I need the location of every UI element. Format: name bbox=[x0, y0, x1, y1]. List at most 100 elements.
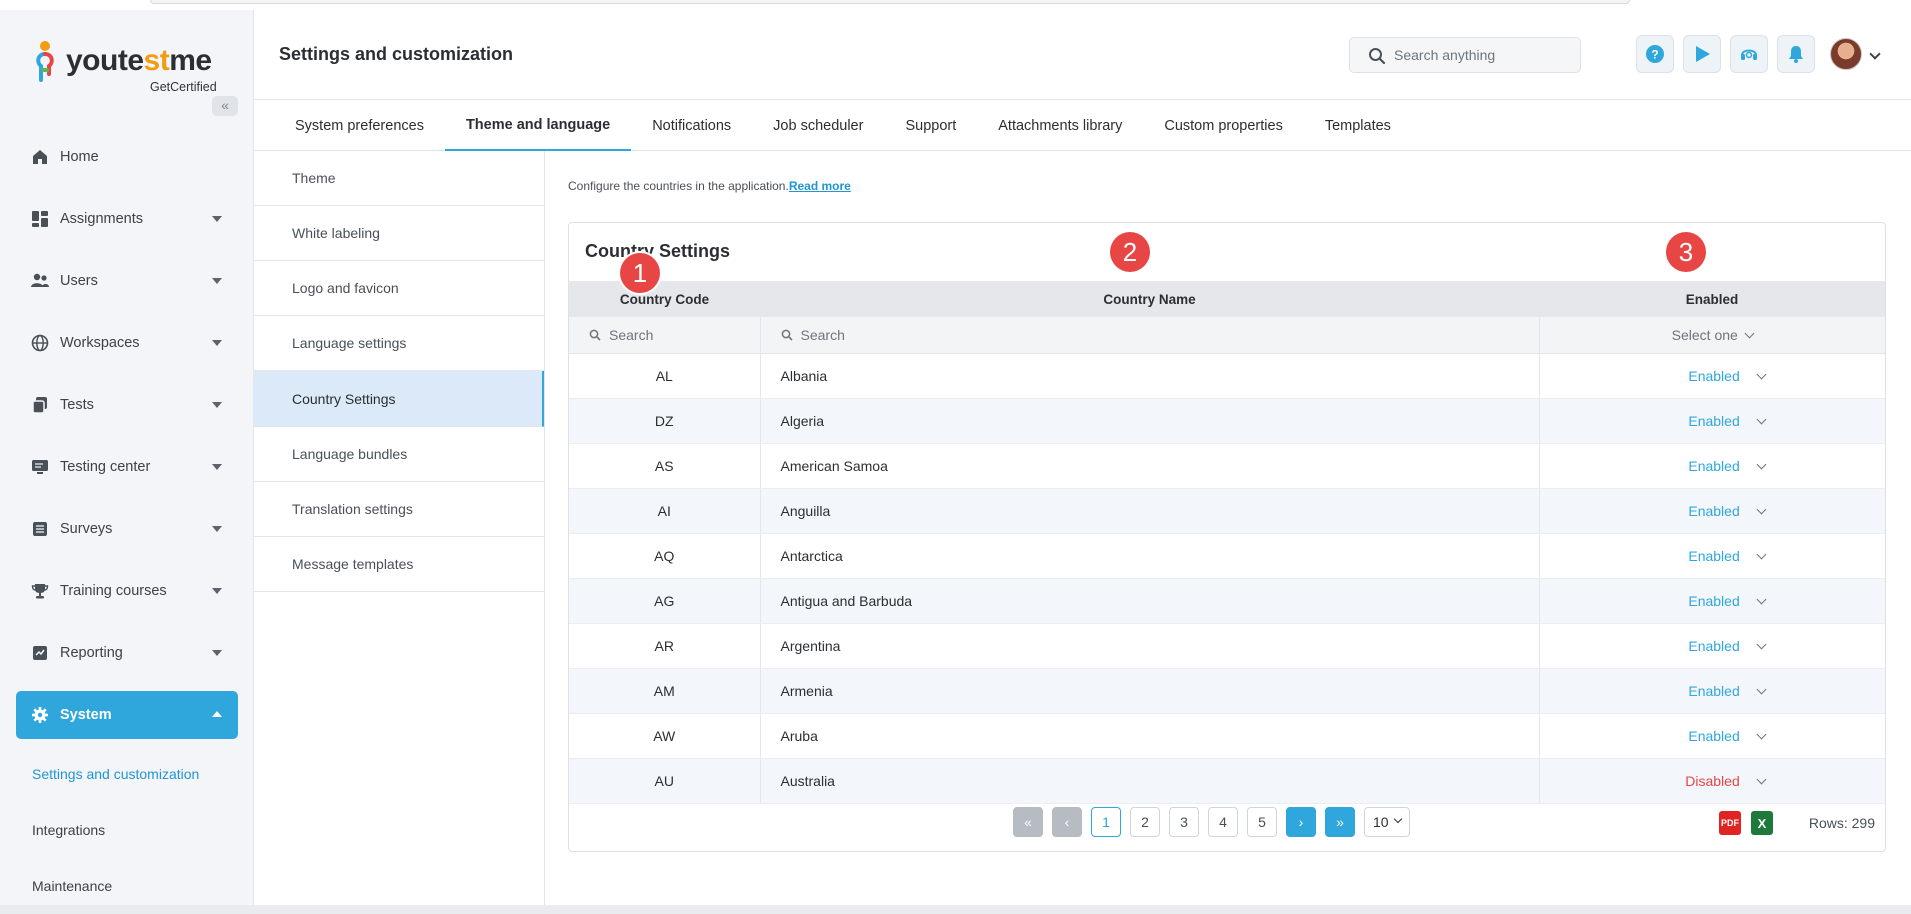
page-size-value: 10 bbox=[1373, 814, 1389, 830]
sidebar-item-training-courses[interactable]: Training courses bbox=[0, 560, 254, 622]
sidebar-item-users[interactable]: Users bbox=[0, 250, 254, 312]
country-code-cell: DZ bbox=[569, 398, 761, 444]
country-code-cell: AS bbox=[569, 443, 761, 489]
enabled-select[interactable]: Enabled bbox=[1539, 623, 1885, 669]
sidebar-item-home[interactable]: Home bbox=[0, 126, 254, 188]
sidebar-item-system[interactable]: System bbox=[16, 691, 238, 739]
page-button[interactable]: 5 bbox=[1247, 807, 1277, 837]
global-search[interactable] bbox=[1349, 37, 1581, 73]
tab-custom-properties[interactable]: Custom properties bbox=[1143, 101, 1303, 151]
table-row: AM Armenia Enabled bbox=[569, 668, 1885, 714]
menu-item-logo-and-favicon[interactable]: Logo and favicon bbox=[254, 261, 544, 316]
sidebar-item-reporting[interactable]: Reporting bbox=[0, 622, 254, 684]
enabled-select[interactable]: Enabled bbox=[1539, 713, 1885, 759]
export-pdf-button[interactable]: PDF bbox=[1719, 811, 1741, 835]
pdf-icon: PDF bbox=[1721, 818, 1739, 828]
chevron-down-icon bbox=[1756, 549, 1767, 559]
read-more-link[interactable]: Read more bbox=[789, 179, 851, 193]
sidebar-item-testing-center[interactable]: Testing center bbox=[0, 436, 254, 498]
sidebar-item-label: Reporting bbox=[60, 645, 123, 661]
tab-theme-and-language[interactable]: Theme and language bbox=[444, 101, 632, 151]
notifications-button[interactable] bbox=[1777, 35, 1815, 73]
sidebar-item-label: Training courses bbox=[60, 583, 167, 599]
page-button[interactable]: 3 bbox=[1169, 807, 1199, 837]
column-header-enabled[interactable]: Enabled bbox=[1539, 281, 1885, 317]
question-icon: ? bbox=[1646, 45, 1664, 63]
next-page-button[interactable]: › bbox=[1286, 807, 1316, 837]
svg-text:?: ? bbox=[1651, 48, 1658, 62]
help-button[interactable]: ? bbox=[1636, 35, 1674, 73]
sidebar-item-label: Assignments bbox=[60, 211, 144, 227]
enabled-select[interactable]: Enabled bbox=[1539, 443, 1885, 489]
menu-item-country-settings[interactable]: Country Settings bbox=[254, 371, 544, 427]
menu-item-theme[interactable]: Theme bbox=[254, 151, 544, 206]
enabled-filter-select[interactable]: Select one bbox=[1539, 317, 1885, 354]
code-filter[interactable]: Search bbox=[569, 317, 761, 354]
page-button[interactable]: 1 bbox=[1091, 807, 1121, 837]
sidebar-item-tests[interactable]: Tests bbox=[0, 374, 254, 436]
country-name-cell: Argentina bbox=[760, 623, 1540, 669]
chevron-down-icon bbox=[1756, 774, 1767, 784]
country-code-cell: AL bbox=[569, 353, 761, 399]
global-search-input[interactable] bbox=[1394, 45, 1574, 65]
sidebar-item-surveys[interactable]: Surveys bbox=[0, 498, 254, 560]
first-page-button[interactable]: « bbox=[1013, 807, 1043, 837]
sidebar-subitem-integrations[interactable]: Integrations bbox=[0, 802, 254, 858]
enabled-select[interactable]: Enabled bbox=[1539, 488, 1885, 534]
enabled-select[interactable]: Enabled bbox=[1539, 578, 1885, 624]
enabled-value: Enabled bbox=[1688, 637, 1740, 654]
page-button[interactable]: 4 bbox=[1208, 807, 1238, 837]
country-code-cell: AW bbox=[569, 713, 761, 759]
collapse-sidebar-button[interactable]: « bbox=[212, 96, 238, 116]
prev-page-button[interactable]: ‹ bbox=[1052, 807, 1082, 837]
column-header-country-name[interactable]: Country Name bbox=[760, 281, 1539, 317]
enabled-value: Enabled bbox=[1688, 547, 1740, 564]
tab-support[interactable]: Support bbox=[884, 101, 977, 151]
enabled-select[interactable]: Enabled bbox=[1539, 668, 1885, 714]
enabled-select[interactable]: Enabled bbox=[1539, 353, 1885, 399]
brand-logo[interactable]: youtestme GetCertified bbox=[34, 36, 224, 96]
avatar[interactable] bbox=[1830, 38, 1862, 70]
tab-job-scheduler[interactable]: Job scheduler bbox=[752, 101, 884, 151]
tab-notifications[interactable]: Notifications bbox=[631, 101, 752, 151]
chevron-down-icon bbox=[212, 340, 222, 346]
main-content: Configure the countries in the applicati… bbox=[545, 151, 1911, 905]
tab-system-preferences[interactable]: System preferences bbox=[274, 101, 445, 151]
menu-item-message-templates[interactable]: Message templates bbox=[254, 537, 544, 592]
sidebar-item-assignments[interactable]: Assignments bbox=[0, 188, 254, 250]
description-text: Configure the countries in the applicati… bbox=[568, 179, 789, 193]
last-page-button[interactable]: » bbox=[1325, 807, 1355, 837]
annotation-badge-1: 1 bbox=[620, 253, 660, 293]
page-button[interactable]: 2 bbox=[1130, 807, 1160, 837]
country-name-cell: Albania bbox=[760, 353, 1540, 399]
tab-attachments-library[interactable]: Attachments library bbox=[977, 101, 1143, 151]
brand-name: youtestme bbox=[66, 44, 212, 77]
name-filter[interactable]: Search bbox=[760, 317, 1540, 354]
column-header-country-code[interactable]: Country Code bbox=[569, 281, 760, 317]
menu-item-white-labeling[interactable]: White labeling bbox=[254, 206, 544, 261]
chevron-down-icon bbox=[212, 402, 222, 408]
chevron-down-icon bbox=[1756, 459, 1767, 469]
chevron-down-icon bbox=[1756, 729, 1767, 739]
sidebar-item-label: Tests bbox=[60, 397, 94, 413]
chevron-down-icon bbox=[1756, 504, 1767, 514]
chevron-down-icon[interactable] bbox=[1869, 48, 1881, 60]
card-title: Country Settings bbox=[585, 241, 731, 261]
support-button[interactable] bbox=[1730, 35, 1768, 73]
sidebar-subitem-maintenance[interactable]: Maintenance bbox=[0, 858, 254, 914]
copy-icon bbox=[30, 395, 50, 415]
play-tutorial-button[interactable] bbox=[1683, 35, 1721, 73]
tab-templates[interactable]: Templates bbox=[1304, 101, 1412, 151]
sidebar-item-workspaces[interactable]: Workspaces bbox=[0, 312, 254, 374]
chevron-down-icon bbox=[212, 526, 222, 532]
sidebar-subitem-settings-and-customization[interactable]: Settings and customization bbox=[0, 746, 254, 802]
menu-item-language-bundles[interactable]: Language bundles bbox=[254, 427, 544, 482]
table-row: AG Antigua and Barbuda Enabled bbox=[569, 578, 1885, 624]
enabled-value: Enabled bbox=[1688, 682, 1740, 699]
page-size-select[interactable]: 10 bbox=[1364, 807, 1410, 837]
enabled-select[interactable]: Enabled bbox=[1539, 533, 1885, 579]
menu-item-language-settings[interactable]: Language settings bbox=[254, 316, 544, 371]
enabled-select[interactable]: Enabled bbox=[1539, 398, 1885, 444]
export-excel-button[interactable]: X bbox=[1751, 811, 1773, 835]
menu-item-translation-settings[interactable]: Translation settings bbox=[254, 482, 544, 537]
